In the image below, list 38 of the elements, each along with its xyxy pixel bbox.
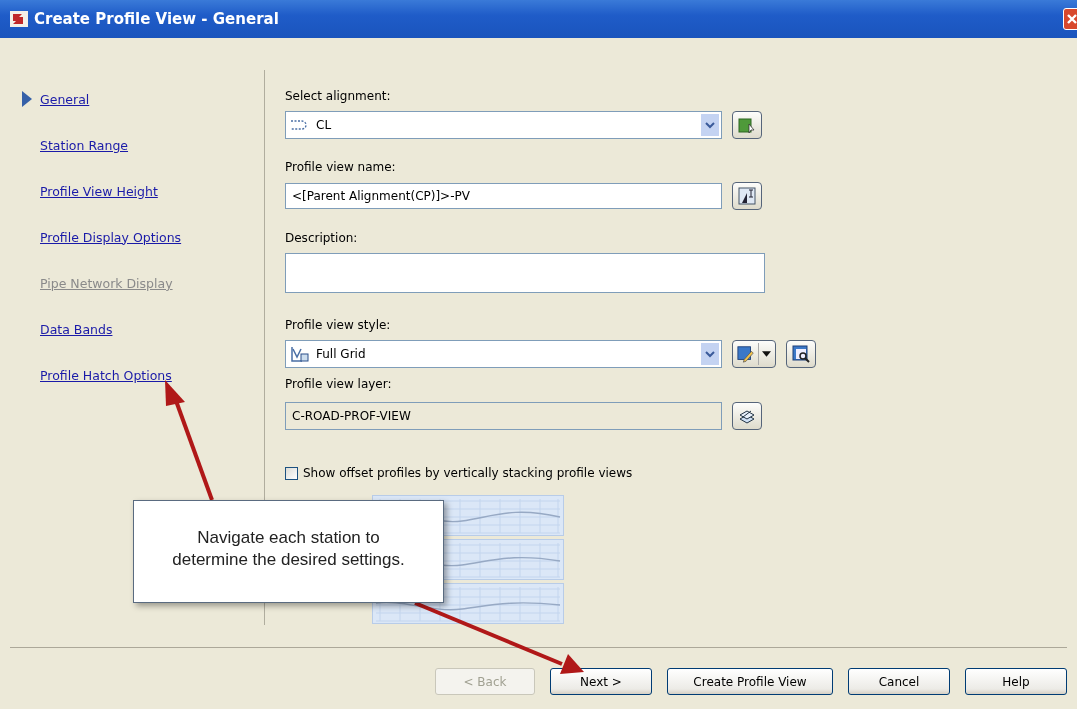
nav-link[interactable]: Profile Display Options	[40, 229, 182, 245]
nav-link[interactable]: Station Range	[40, 137, 129, 153]
field-label: Profile view style:	[285, 317, 392, 333]
caret-icon	[761, 351, 771, 357]
edit-icon	[737, 345, 756, 363]
dialog-button[interactable]: Cancel	[848, 668, 950, 695]
nav-link[interactable]: Data Bands	[40, 321, 113, 337]
field-label: Description:	[285, 230, 359, 246]
style-combo[interactable]: Full Grid	[285, 340, 722, 368]
alignment-icon	[290, 119, 310, 131]
app-icon	[10, 11, 28, 27]
cube-cursor-icon	[738, 116, 756, 134]
field-label: Profile view name:	[285, 159, 397, 175]
field-label: Select alignment:	[285, 88, 392, 104]
layer-button[interactable]	[732, 402, 762, 430]
text-cursor-icon	[738, 187, 756, 205]
preview-style-button[interactable]	[786, 340, 816, 368]
checkbox-label: Show offset profiles by vertically stacking profile views	[303, 466, 633, 480]
dialog-button[interactable]: Next >	[550, 668, 652, 695]
alignment-combo[interactable]: CL	[285, 111, 722, 139]
grid-style-icon	[290, 345, 310, 363]
magnifier-icon	[792, 345, 810, 363]
field-label: Profile view layer:	[285, 376, 393, 392]
window-title: Create Profile View - General	[34, 10, 279, 28]
nav-link[interactable]: Profile View Height	[40, 183, 158, 199]
nav-link[interactable]: Profile Hatch Options	[40, 367, 172, 383]
close-icon	[1066, 13, 1077, 25]
annotation-callout: Navigate each station to determine the desired settings.	[133, 500, 444, 603]
edit-name-button[interactable]	[732, 182, 762, 210]
description-field[interactable]	[285, 253, 765, 293]
pick-from-drawing-button[interactable]	[732, 111, 762, 139]
layer-field: C-ROAD-PROF-VIEW	[285, 402, 722, 430]
dialog-button[interactable]: Create Profile View	[667, 668, 833, 695]
edit-style-button[interactable]	[732, 340, 776, 368]
stacking-checkbox[interactable]	[285, 466, 298, 480]
view-name-field[interactable]: <[Parent Alignment(CP)]>-PV	[285, 183, 722, 209]
dialog-button[interactable]: Help	[965, 668, 1067, 695]
nav-link[interactable]: General	[40, 91, 90, 107]
